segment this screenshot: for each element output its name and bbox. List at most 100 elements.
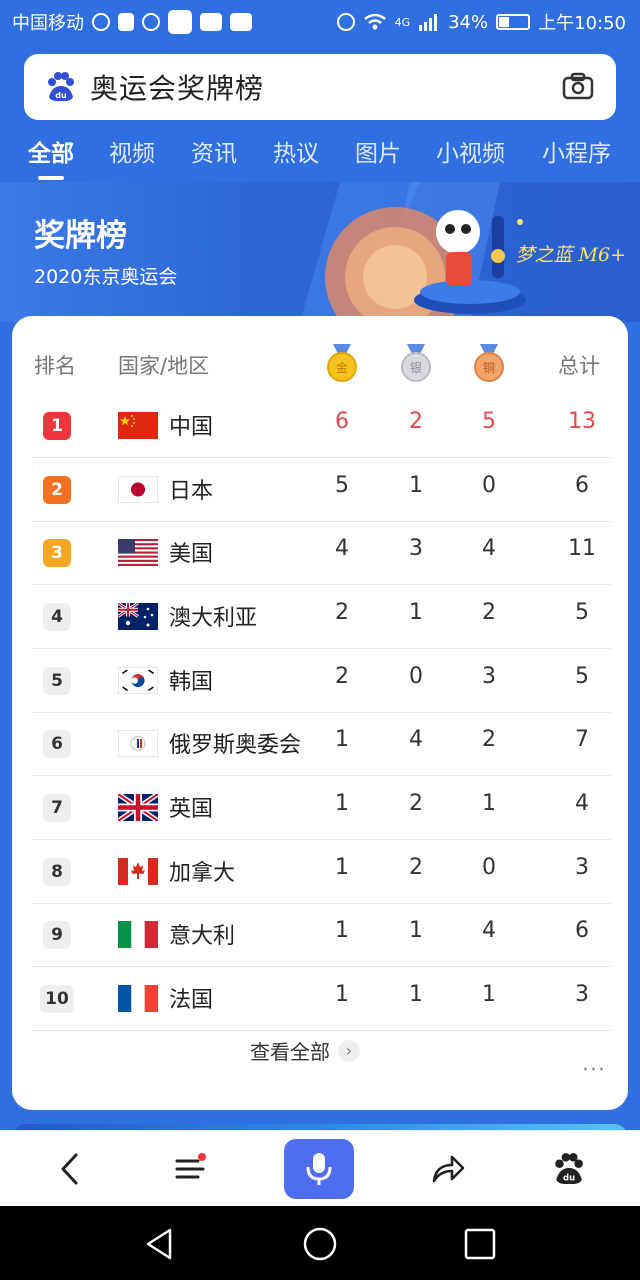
bronze-count: 5: [482, 409, 496, 434]
total-count: 4: [575, 791, 589, 816]
rank-badge: 6: [43, 730, 71, 758]
result-tabs: 全部 视频 资讯 热议 图片 小视频 小程序: [0, 130, 640, 182]
medal-banner[interactable]: 奖牌榜 2020东京奥运会 梦之蓝 M6+: [0, 182, 640, 322]
bronze-count: 3: [482, 664, 496, 689]
china-flag-icon: [118, 412, 158, 439]
tab-all[interactable]: 全部: [28, 134, 74, 168]
gold-count: 4: [335, 536, 349, 561]
search-bar[interactable]: du 奥运会奖牌榜: [24, 54, 616, 120]
back-button[interactable]: [50, 1149, 90, 1189]
svg-text:du: du: [55, 91, 67, 100]
silver-medal-icon: 银: [401, 344, 431, 382]
canada-flag-icon: [118, 858, 158, 885]
banner-title: 奖牌榜: [34, 218, 127, 254]
silver-count: 2: [409, 855, 423, 880]
hms-icon: [230, 13, 252, 31]
table-row[interactable]: 7 英国 1 2 1 4: [32, 776, 612, 840]
rank-badge: 1: [43, 412, 71, 440]
country-name: 英国: [169, 797, 214, 822]
nav-home-icon[interactable]: [302, 1226, 338, 1262]
table-row[interactable]: 5 韩国 2 0 3 5: [32, 649, 612, 713]
table-row[interactable]: 4 澳大利亚 2 1 2 5: [32, 585, 612, 649]
more-options-icon[interactable]: ···: [582, 1058, 606, 1083]
bronze-count: 4: [482, 918, 496, 943]
share-button[interactable]: [428, 1149, 468, 1189]
tab-images[interactable]: 图片: [355, 134, 401, 168]
banner-subtitle: 2020东京奥运会: [34, 266, 178, 288]
silver-count: 1: [409, 473, 423, 498]
silver-count: 4: [409, 727, 423, 752]
total-count: 5: [575, 664, 589, 689]
nav-recents-icon[interactable]: [462, 1226, 498, 1262]
back-arrow-icon: [61, 1153, 78, 1185]
sim-icon: [118, 13, 134, 31]
voice-search-button[interactable]: [284, 1139, 354, 1199]
uk-flag-icon: [118, 794, 158, 821]
bronze-count: 0: [482, 473, 496, 498]
baidu-home-button[interactable]: du: [548, 1149, 588, 1189]
rank-badge: 8: [43, 858, 71, 886]
table-row[interactable]: 1 中国 6 2 5 13: [32, 394, 612, 458]
gold-count: 1: [335, 918, 349, 943]
header-total: 总计: [558, 354, 600, 378]
total-count: 6: [575, 918, 589, 943]
table-row[interactable]: 3 美国 4 3 4 11: [32, 521, 612, 585]
app-notification-icon: [168, 10, 192, 34]
search-query[interactable]: 奥运会奖牌榜: [90, 67, 264, 107]
gold-count: 1: [335, 855, 349, 880]
system-navigation-bar: [0, 1206, 640, 1280]
header-rank: 排名: [34, 354, 76, 378]
rank-badge: 5: [43, 667, 71, 695]
total-count: 5: [575, 600, 589, 625]
rank-badge: 2: [43, 476, 71, 504]
country-name: 俄罗斯奥委会: [169, 733, 302, 758]
table-row[interactable]: 10 法国 1 1 1 3: [32, 967, 612, 1031]
country-name: 法国: [169, 988, 214, 1013]
status-left: 中国移动: [12, 9, 252, 35]
gold-count: 2: [335, 600, 349, 625]
country-name: 韩国: [169, 670, 214, 695]
bronze-count: 0: [482, 855, 496, 880]
usa-flag-icon: [118, 539, 158, 566]
tab-news[interactable]: 资讯: [191, 134, 237, 168]
network-label: 4G: [394, 15, 411, 29]
france-flag-icon: [118, 985, 158, 1012]
share-icon: [432, 1155, 465, 1183]
roc-flag-icon: [118, 730, 158, 757]
svg-text:银: 银: [410, 361, 422, 375]
total-count: 6: [575, 473, 589, 498]
silver-count: 0: [409, 664, 423, 689]
table-row[interactable]: 8 加拿大 1 2 0 3: [32, 840, 612, 904]
table-row[interactable]: 6 俄罗斯奥委会 1 4 2 7: [32, 712, 612, 776]
total-count: 3: [575, 982, 589, 1007]
tab-mini-program[interactable]: 小程序: [542, 134, 611, 168]
view-all-link[interactable]: 查看全部 ›: [250, 1036, 360, 1065]
table-row[interactable]: 2 日本 5 1 0 6: [32, 458, 612, 522]
silver-count: 1: [409, 918, 423, 943]
silver-count: 1: [409, 982, 423, 1007]
tab-video[interactable]: 视频: [109, 134, 155, 168]
rank-badge: 4: [43, 603, 71, 631]
table-row[interactable]: 9 意大利 1 1 4 6: [32, 903, 612, 967]
camera-icon[interactable]: [562, 72, 594, 100]
svg-text:铜: 铜: [483, 360, 495, 375]
gold-medal-icon: 金: [327, 344, 357, 382]
tab-discussion[interactable]: 热议: [273, 134, 319, 168]
country-name: 加拿大: [169, 861, 236, 886]
active-tab-indicator: [38, 176, 64, 180]
bronze-count: 1: [482, 791, 496, 816]
svg-text:du: du: [563, 1174, 575, 1184]
menu-button[interactable]: [170, 1149, 210, 1189]
silver-count: 2: [409, 791, 423, 816]
total-count: 13: [568, 409, 596, 434]
country-name: 澳大利亚: [169, 606, 258, 631]
battery-icon: [496, 14, 531, 30]
country-name: 美国: [169, 542, 214, 567]
rank-badge: 3: [43, 539, 71, 567]
total-count: 11: [568, 536, 596, 561]
header-country: 国家/地区: [118, 354, 210, 378]
country-name: 意大利: [169, 924, 236, 949]
baidu-paw-icon: du: [555, 1153, 583, 1185]
tab-short-video[interactable]: 小视频: [436, 134, 505, 168]
nav-back-icon[interactable]: [142, 1226, 178, 1262]
